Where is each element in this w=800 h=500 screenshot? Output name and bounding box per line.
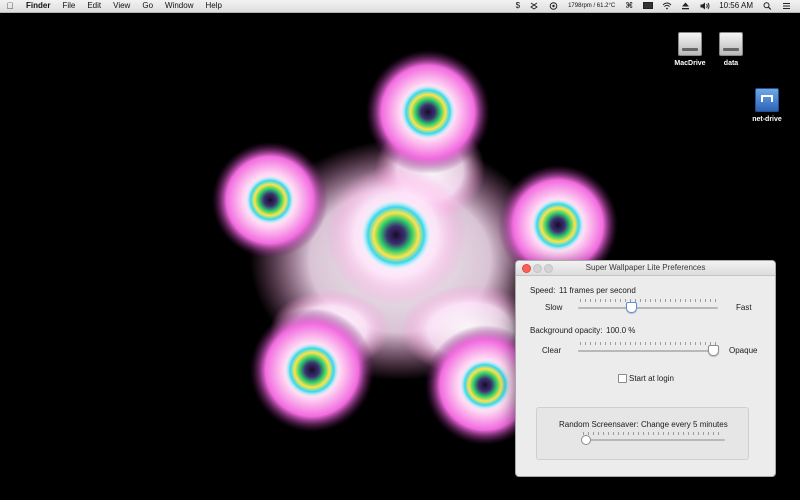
opacity-slider-track[interactable] xyxy=(578,350,718,352)
zoom-button[interactable] xyxy=(544,264,553,273)
opacity-min-label: Clear xyxy=(542,346,562,355)
menu-help[interactable]: Help xyxy=(199,0,227,12)
dollar-icon[interactable]: $ xyxy=(511,0,525,12)
close-button[interactable] xyxy=(522,264,531,273)
volume-icon[interactable] xyxy=(700,2,710,10)
drive-icon xyxy=(719,32,743,56)
eject-icon[interactable] xyxy=(681,2,690,10)
speed-slider-track[interactable] xyxy=(578,307,718,309)
random-screensaver-group: Random Screensaver: Change every 5 minut… xyxy=(536,407,749,460)
menu-edit[interactable]: Edit xyxy=(81,0,107,12)
status-area: $ 1798rpm / 61.2°C ⌘ 10:56 AM xyxy=(511,0,796,12)
fan-temp-readout[interactable]: 1798rpm / 61.2°C xyxy=(563,0,620,12)
speed-slider-ticks xyxy=(580,299,716,302)
desktop-icon-net-drive[interactable]: net-drive xyxy=(742,88,792,123)
start-at-login-checkbox[interactable] xyxy=(618,374,627,383)
menu-go[interactable]: Go xyxy=(136,0,159,12)
random-slider-track[interactable] xyxy=(581,439,725,441)
wifi-icon[interactable] xyxy=(662,2,672,10)
menu-app-name[interactable]: Finder xyxy=(20,0,56,12)
speed-value: 11 frames per second xyxy=(559,286,636,295)
opacity-label: Background opacity: xyxy=(530,326,603,335)
speed-min-label: Slow xyxy=(545,303,563,312)
opacity-slider-thumb[interactable] xyxy=(708,345,719,356)
desktop-icon-label: data xyxy=(723,60,739,67)
opacity-slider-ticks xyxy=(580,342,716,345)
opacity-value: 100.0 % xyxy=(606,326,636,335)
search-icon[interactable] xyxy=(763,2,772,10)
random-slider-thumb[interactable] xyxy=(581,435,591,445)
dropbox-icon[interactable] xyxy=(530,2,539,10)
menu-file[interactable]: File xyxy=(56,0,81,12)
speed-label: Speed: xyxy=(530,286,556,295)
speed-max-label: Fast xyxy=(736,303,752,312)
clock[interactable]: 10:56 AM xyxy=(714,0,758,12)
opacity-max-label: Opaque xyxy=(729,346,758,355)
minimize-button[interactable] xyxy=(533,264,542,273)
menu-view[interactable]: View xyxy=(107,0,136,12)
preferences-window: Super Wallpaper Lite Preferences Speed: … xyxy=(515,260,776,477)
window-titlebar[interactable]: Super Wallpaper Lite Preferences xyxy=(516,261,775,276)
list-icon[interactable] xyxy=(782,2,791,10)
start-at-login-label[interactable]: Start at login xyxy=(629,374,674,383)
desktop-icon-label: MacDrive xyxy=(674,60,706,67)
random-slider-ticks xyxy=(583,432,723,435)
speed-slider-thumb[interactable] xyxy=(626,302,638,313)
menu-bar:  Finder File Edit View Go Window Help $… xyxy=(0,0,800,13)
apple-menu-icon[interactable]:  xyxy=(0,1,20,11)
desktop-icon-label: net-drive xyxy=(752,116,782,123)
screen-icon[interactable] xyxy=(643,2,654,10)
random-screensaver-label: Random Screensaver: xyxy=(559,420,639,429)
gpu-icon[interactable] xyxy=(549,2,558,10)
network-drive-icon xyxy=(755,88,779,112)
drive-icon xyxy=(678,32,702,56)
window-title: Super Wallpaper Lite Preferences xyxy=(585,263,706,272)
menu-window[interactable]: Window xyxy=(159,0,199,12)
random-screensaver-value: Change every 5 minutes xyxy=(641,420,728,429)
desktop-icon-data[interactable]: data xyxy=(706,32,756,67)
command-icon[interactable]: ⌘ xyxy=(620,0,638,12)
